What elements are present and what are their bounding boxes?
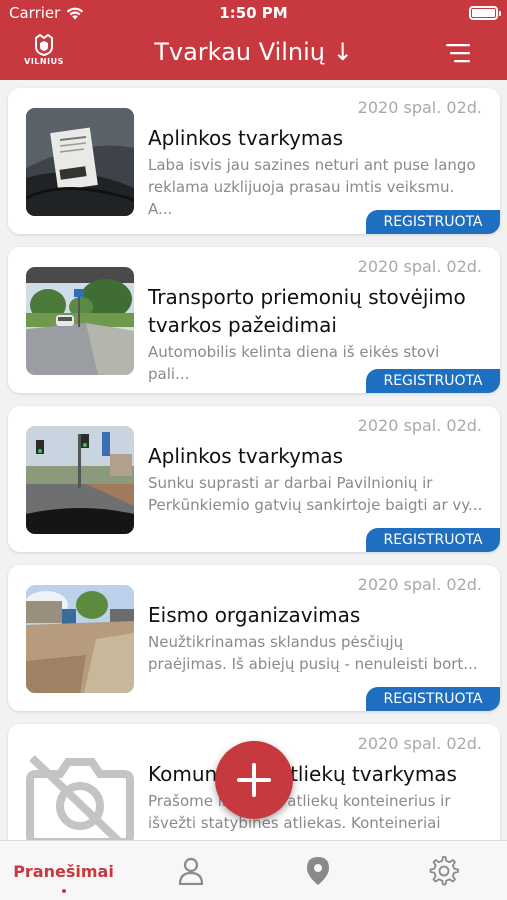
- report-title: Transporto priemonių stovėjimo tvarkos p…: [148, 285, 466, 337]
- report-description: Neužtikrinamas sklandus pėsčiųjų praėjim…: [148, 633, 478, 673]
- report-thumbnail: [26, 108, 134, 216]
- status-badge: REGISTRUOTA: [366, 369, 500, 393]
- city-crest-icon: [35, 34, 53, 56]
- report-title: Eismo organizavimas: [148, 603, 361, 627]
- report-card[interactable]: 2020 spal. 02d. Aplinkos tvarkymas Laba …: [8, 88, 500, 234]
- menu-icon[interactable]: [445, 40, 471, 66]
- report-card[interactable]: 2020 spal. 02d. Aplinkos tvarkymas Sunku…: [8, 406, 500, 552]
- report-date: 2020 spal. 02d.: [357, 575, 482, 594]
- report-date: 2020 spal. 02d.: [357, 416, 482, 435]
- active-tab-indicator: [61, 889, 66, 893]
- tab-map[interactable]: [254, 841, 381, 900]
- tab-reports[interactable]: Pranešimai: [0, 841, 127, 900]
- vilnius-logo[interactable]: VILNIUS: [20, 34, 68, 66]
- gear-icon: [429, 856, 459, 886]
- person-icon: [178, 857, 203, 885]
- report-description: Prašome ištuštinti atliekų konteinerius …: [148, 792, 451, 840]
- report-date: 2020 spal. 02d.: [357, 98, 482, 117]
- report-date: 2020 spal. 02d.: [357, 257, 482, 276]
- report-thumbnail: [26, 267, 134, 375]
- report-title: Aplinkos tvarkymas: [148, 126, 344, 150]
- report-card[interactable]: 2020 spal. 02d. Eismo organizavimas Neuž…: [8, 565, 500, 711]
- tab-settings[interactable]: [381, 841, 507, 900]
- report-list[interactable]: 2020 spal. 02d. Aplinkos tvarkymas Laba …: [0, 80, 507, 840]
- tab-bar: Pranešimai: [0, 840, 507, 900]
- no-photo-icon: [26, 755, 134, 840]
- logo-text: VILNIUS: [24, 57, 64, 66]
- map-pin-icon: [306, 857, 329, 885]
- add-report-button[interactable]: [215, 741, 293, 819]
- app-header: VILNIUS Tvarkau Vilnių ↓: [0, 28, 507, 80]
- page-title[interactable]: Tvarkau Vilnių ↓: [100, 38, 407, 66]
- report-title: Komunalinių atliekų tvarkymas: [148, 762, 457, 786]
- report-card[interactable]: 2020 spal. 02d. Transporto priemonių sto…: [8, 247, 500, 393]
- plus-icon: [237, 763, 271, 797]
- status-badge: REGISTRUOTA: [366, 687, 500, 711]
- tab-reports-label: Pranešimai: [13, 861, 114, 881]
- report-title: Aplinkos tvarkymas: [148, 444, 344, 468]
- report-thumbnail: [26, 426, 134, 534]
- report-date: 2020 spal. 02d.: [357, 734, 482, 753]
- tab-profile[interactable]: [127, 841, 254, 900]
- status-badge: REGISTRUOTA: [366, 210, 500, 234]
- report-thumbnail: [26, 585, 134, 693]
- battery-icon: [469, 6, 501, 20]
- report-description: Sunku suprasti ar darbai Pavilnionių ir …: [148, 474, 483, 514]
- status-bar: Carrier 1:50 PM: [0, 0, 507, 28]
- status-badge: REGISTRUOTA: [366, 528, 500, 552]
- clock: 1:50 PM: [219, 4, 288, 22]
